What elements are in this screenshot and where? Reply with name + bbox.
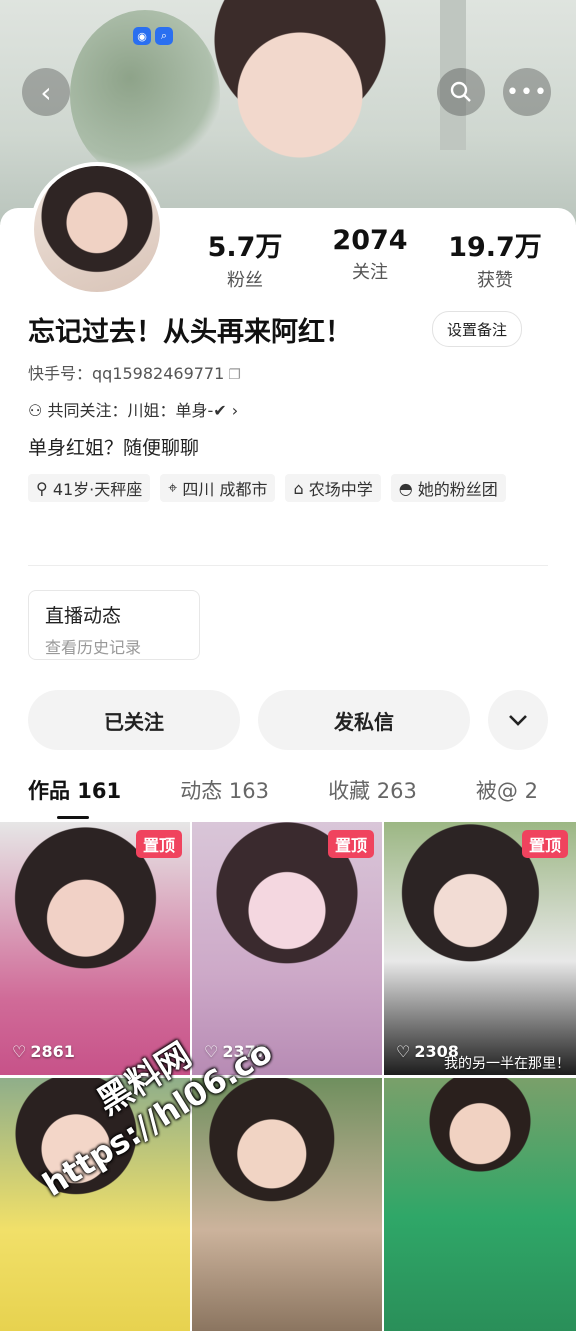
kuaishou-id-text: 快手号：qq15982469771 [28,364,225,383]
video-thumbnail[interactable] [384,1078,576,1331]
tag-fan-club[interactable]: ◓ 她的粉丝团 [390,474,506,502]
pinned-badge: 置顶 [328,830,374,858]
profile-bio: 单身红姐？随便聊聊 [28,437,200,459]
mutual-follow-row[interactable]: ⚇ 共同关注：川姐：单身-✔ › [28,397,238,421]
search-small-icon: ⌕ [155,27,173,45]
like-count-value: 2861 [30,1042,75,1061]
search-icon [450,81,471,102]
tag-fan-club-text: 她的粉丝团 [417,480,498,499]
stat-following-value: 2074 [332,225,408,256]
avatar[interactable] [30,162,164,296]
tab-works[interactable]: 作品 161 [28,775,121,805]
send-message-button[interactable]: 发私信 [258,690,470,750]
more-actions-button[interactable] [488,690,548,750]
stat-fans-value: 5.7万 [207,232,283,263]
profile-stats: 5.7万 粉丝 2074 关注 19.7万 获赞 [190,225,550,292]
set-remark-button[interactable]: 设置备注 [432,311,522,347]
bulb-icon: ◉ [133,27,151,45]
heart-icon: ♡ [12,1042,27,1061]
section-divider [28,565,548,566]
tag-age-text: 41岁·天秤座 [52,480,143,499]
tag-school[interactable]: ⌂ 农场中学 [285,474,381,502]
search-button[interactable] [437,68,485,116]
active-tab-indicator [57,816,89,819]
tag-location-text: 四川 成都市 [182,480,268,499]
video-grid: 置顶 ♡ 2861 置顶 ♡ 2377 置顶 ♡ 2308 我的另一半在那里！ [0,822,576,1331]
chevron-left-icon: ‹ [40,75,52,109]
content-tabs: 作品 161 动态 163 收藏 263 被@ 2 [28,775,538,805]
stat-fans-label: 粉丝 [227,270,263,291]
kuaishou-id: 快手号：qq15982469771 ❐ [28,360,241,384]
back-button[interactable]: ‹ [22,68,70,116]
ellipsis-icon: ••• [506,79,548,105]
action-buttons: 已关注 发私信 [28,690,548,750]
more-button[interactable]: ••• [503,68,551,116]
stat-likes-value: 19.7万 [448,232,542,263]
stat-following[interactable]: 2074 关注 [315,225,425,292]
stat-likes-label: 获赞 [477,270,513,291]
live-title: 直播动态 [45,605,122,627]
live-history-card[interactable]: 直播动态 查看历史记录 [28,590,200,660]
tag-location[interactable]: ⌖ 四川 成都市 [160,474,276,502]
location-pin-icon: ⌖ [168,478,183,497]
video-thumbnail[interactable] [192,1078,382,1331]
tab-mentions[interactable]: 被@ 2 [476,775,538,805]
tab-moments[interactable]: 动态 163 [180,775,269,805]
heart-icon: ♡ [396,1042,411,1061]
graduation-cap-icon: ⌂ [293,478,309,498]
mask-icon: ◓ [398,478,418,498]
pinned-badge: 置顶 [522,830,568,858]
copy-icon[interactable]: ❐ [228,367,241,383]
followed-button[interactable]: 已关注 [28,690,240,750]
live-subtitle: 查看历史记录 [45,638,142,657]
chevron-down-icon [509,715,527,726]
pinned-badge: 置顶 [136,830,182,858]
stat-following-label: 关注 [352,262,388,283]
mutual-follow-text: 共同关注：川姐：单身-✔ [47,401,227,420]
stat-fans[interactable]: 5.7万 粉丝 [190,225,300,292]
video-thumbnail[interactable]: 置顶 ♡ 2308 我的另一半在那里！ [384,822,576,1075]
female-icon: ⚲ [36,478,53,498]
chevron-right-icon: › [231,401,239,420]
person-icon: ⚇ [28,401,43,420]
profile-name: 忘记过去！从头再来阿红！ [28,317,352,348]
tag-school-text: 农场中学 [308,480,373,499]
profile-tags: ⚲ 41岁·天秤座 ⌖ 四川 成都市 ⌂ 农场中学 ◓ 她的粉丝团 [28,474,548,502]
tag-age[interactable]: ⚲ 41岁·天秤座 [28,474,151,502]
stat-likes[interactable]: 19.7万 获赞 [440,225,550,292]
status-mini-icons: ◉ ⌕ [133,27,173,45]
video-caption: 我的另一半在那里！ [444,1056,570,1072]
tab-favorites[interactable]: 收藏 263 [328,775,417,805]
like-count: ♡ 2861 [12,1042,75,1061]
